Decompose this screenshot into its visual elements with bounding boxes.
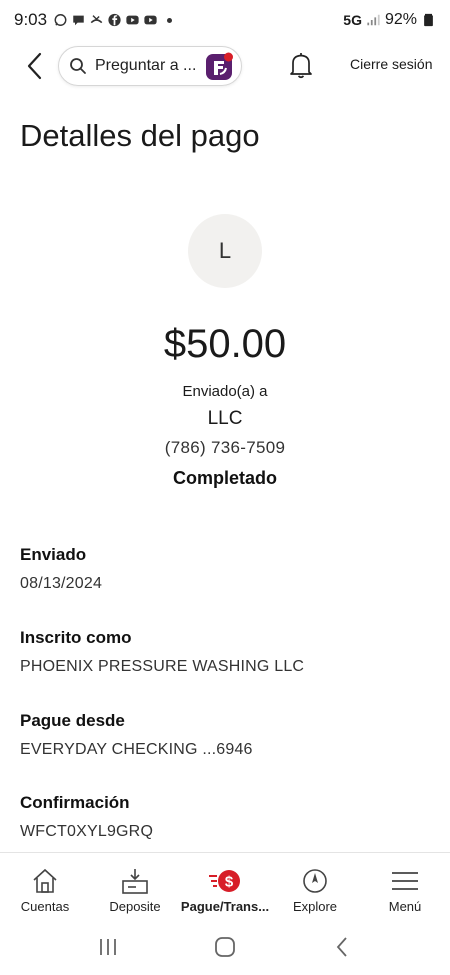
hamburger-menu-icon — [390, 867, 420, 895]
nav-label: Explore — [292, 899, 338, 914]
nav-explore[interactable]: Explore — [270, 853, 360, 918]
detail-value-sent: 08/13/2024 — [20, 575, 103, 592]
battery-percent: 92% — [384, 11, 417, 28]
signal-icon — [366, 13, 381, 27]
compass-icon — [301, 867, 329, 895]
youtube-icon — [125, 13, 140, 27]
sent-to-label: Enviado(a) a — [182, 383, 268, 400]
nav-deposit[interactable]: Deposite — [90, 853, 180, 918]
search-input[interactable]: Preguntar a ... — [58, 46, 242, 86]
detail-label-confirmation: Confirmación — [20, 793, 130, 812]
detail-label-pay-from: Pague desde — [20, 711, 125, 730]
recipient-avatar: L — [188, 214, 262, 288]
notification-icons — [53, 13, 173, 27]
nav-label: Cuentas — [20, 899, 70, 914]
missed-call-icon — [89, 13, 104, 27]
nav-label: Pague/Trans... — [180, 899, 270, 914]
nav-menu[interactable]: Menú — [360, 853, 450, 918]
detail-value-enrolled-as: PHOENIX PRESSURE WASHING LLC — [20, 658, 305, 675]
home-button[interactable] — [205, 927, 245, 967]
system-navigation-bar — [0, 918, 450, 975]
recent-apps-icon — [100, 938, 117, 955]
bottom-navigation: Cuentas Deposite $ Pague/Trans... Explor… — [0, 852, 450, 918]
whatsapp-icon — [53, 13, 68, 27]
home-circle-icon — [215, 936, 235, 957]
payment-amount: $50.00 — [163, 322, 287, 366]
recipient-name: LLC — [207, 408, 243, 429]
nav-pay-transfer[interactable]: $ Pague/Trans... — [180, 853, 270, 918]
recipient-phone: (786) 736-7509 — [164, 438, 286, 457]
home-icon — [31, 867, 59, 895]
chevron-left-icon — [336, 936, 347, 957]
detail-value-confirmation: WFCT0XYL9GRQ — [20, 823, 154, 840]
payment-status: Completado — [172, 468, 277, 488]
search-icon — [69, 57, 87, 75]
fargo-assistant-icon[interactable] — [206, 52, 234, 80]
deposit-icon — [120, 867, 150, 895]
page-title: Detalles del pago — [20, 118, 260, 153]
status-right: 5G 92% — [343, 11, 436, 29]
detail-value-pay-from: EVERYDAY CHECKING ...6946 — [20, 741, 253, 758]
network-type: 5G — [343, 12, 362, 28]
recent-apps-button[interactable] — [88, 927, 128, 967]
sign-off-link[interactable]: Cierre sesión — [350, 56, 432, 72]
youtube-icon — [143, 13, 158, 27]
chat-bubble-icon — [71, 13, 86, 27]
search-placeholder: Preguntar a ... — [95, 57, 197, 74]
facebook-icon — [107, 13, 122, 27]
back-button[interactable] — [14, 46, 54, 86]
chevron-left-icon — [27, 52, 42, 80]
notifications-button[interactable] — [288, 50, 314, 80]
nav-accounts[interactable]: Cuentas — [0, 853, 90, 918]
detail-label-sent: Enviado — [20, 545, 87, 564]
battery-icon — [421, 13, 436, 27]
bell-icon — [290, 53, 312, 79]
svg-text:$: $ — [225, 874, 234, 891]
nav-label: Menú — [388, 899, 422, 914]
nav-label: Deposite — [109, 899, 161, 914]
system-back-button[interactable] — [322, 927, 362, 967]
pay-transfer-icon: $ — [208, 867, 242, 895]
status-bar: 9:03 5G 92% — [0, 0, 450, 40]
detail-label-enrolled-as: Inscrito como — [20, 628, 132, 647]
top-app-bar: Preguntar a ... Cierre sesión — [0, 40, 450, 92]
status-time: 9:03 — [14, 10, 48, 29]
more-notifications-dot — [167, 17, 173, 23]
